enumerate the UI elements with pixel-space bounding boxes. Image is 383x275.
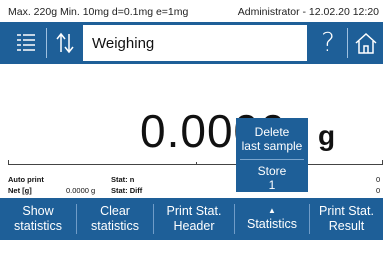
help-glyph: ? <box>321 28 335 58</box>
button-label: Print Stat. <box>319 204 374 218</box>
store-button[interactable]: Store 1 <box>236 164 308 192</box>
page-title: Weighing <box>83 25 307 61</box>
capacity-info: Max. 220g Min. 10mg d=0.1mg e=1mg <box>8 6 189 18</box>
scale-tick <box>8 160 9 165</box>
home-icon[interactable] <box>350 25 382 61</box>
stat-diff-value: 0 <box>376 186 381 195</box>
caret-up-icon: ▲ <box>268 205 276 215</box>
menu-item-label: Delete <box>254 125 290 139</box>
stat-n-value: 0 <box>376 175 381 184</box>
status-bar: Max. 220g Min. 10mg d=0.1mg e=1mg Admini… <box>0 0 383 22</box>
function-button-bar: Show statistics Clear statistics Print S… <box>0 198 383 240</box>
auto-print-label: Auto print <box>8 175 44 184</box>
weight-unit: g <box>318 120 336 151</box>
menu-list-icon[interactable] <box>8 25 44 61</box>
header-divider <box>347 28 348 58</box>
page-title-text: Weighing <box>92 34 155 52</box>
menu-divider <box>240 159 304 160</box>
show-statistics-button[interactable]: Show statistics <box>0 198 76 240</box>
help-icon[interactable]: ? <box>312 25 344 61</box>
menu-item-label: Store <box>257 164 287 178</box>
delete-last-sample-button[interactable]: Delete last sample <box>236 125 308 153</box>
stat-n-label: Stat: n <box>111 175 135 184</box>
net-label: Net [g] <box>8 186 32 195</box>
clear-statistics-button[interactable]: Clear statistics <box>77 198 153 240</box>
menu-item-label: 1 <box>268 178 276 192</box>
button-label: statistics <box>14 219 62 233</box>
scale-tick <box>196 162 197 165</box>
statistics-popup-menu: Delete last sample Store 1 <box>236 118 308 192</box>
button-label: Statistics <box>246 216 297 231</box>
button-label: Print Stat. <box>166 204 222 218</box>
menu-item-label: last sample <box>241 139 303 153</box>
button-label: Show <box>22 204 54 218</box>
transfer-arrows-icon[interactable] <box>48 25 82 61</box>
button-label: Clear <box>100 204 130 218</box>
header-bar: Weighing ? <box>0 22 383 64</box>
header-divider <box>46 28 47 58</box>
weight-display: 0.0000 g <box>0 64 383 172</box>
button-label: statistics <box>91 219 139 233</box>
button-label: Result <box>328 219 365 233</box>
print-stat-header-button[interactable]: Print Stat. Header <box>154 198 234 240</box>
net-value: 0.0000 g <box>66 186 96 195</box>
user-datetime: Administrator - 12.02.20 12:20 <box>237 6 379 18</box>
statistics-button[interactable]: ▲ Statistics <box>235 198 309 240</box>
button-label: Header <box>173 219 215 233</box>
stat-diff-label: Stat: Diff <box>111 186 143 195</box>
statistics-info: Auto print Net [g] 0.0000 g Stat: n Stat… <box>0 172 383 198</box>
print-stat-result-button[interactable]: Print Stat. Result <box>310 198 383 240</box>
